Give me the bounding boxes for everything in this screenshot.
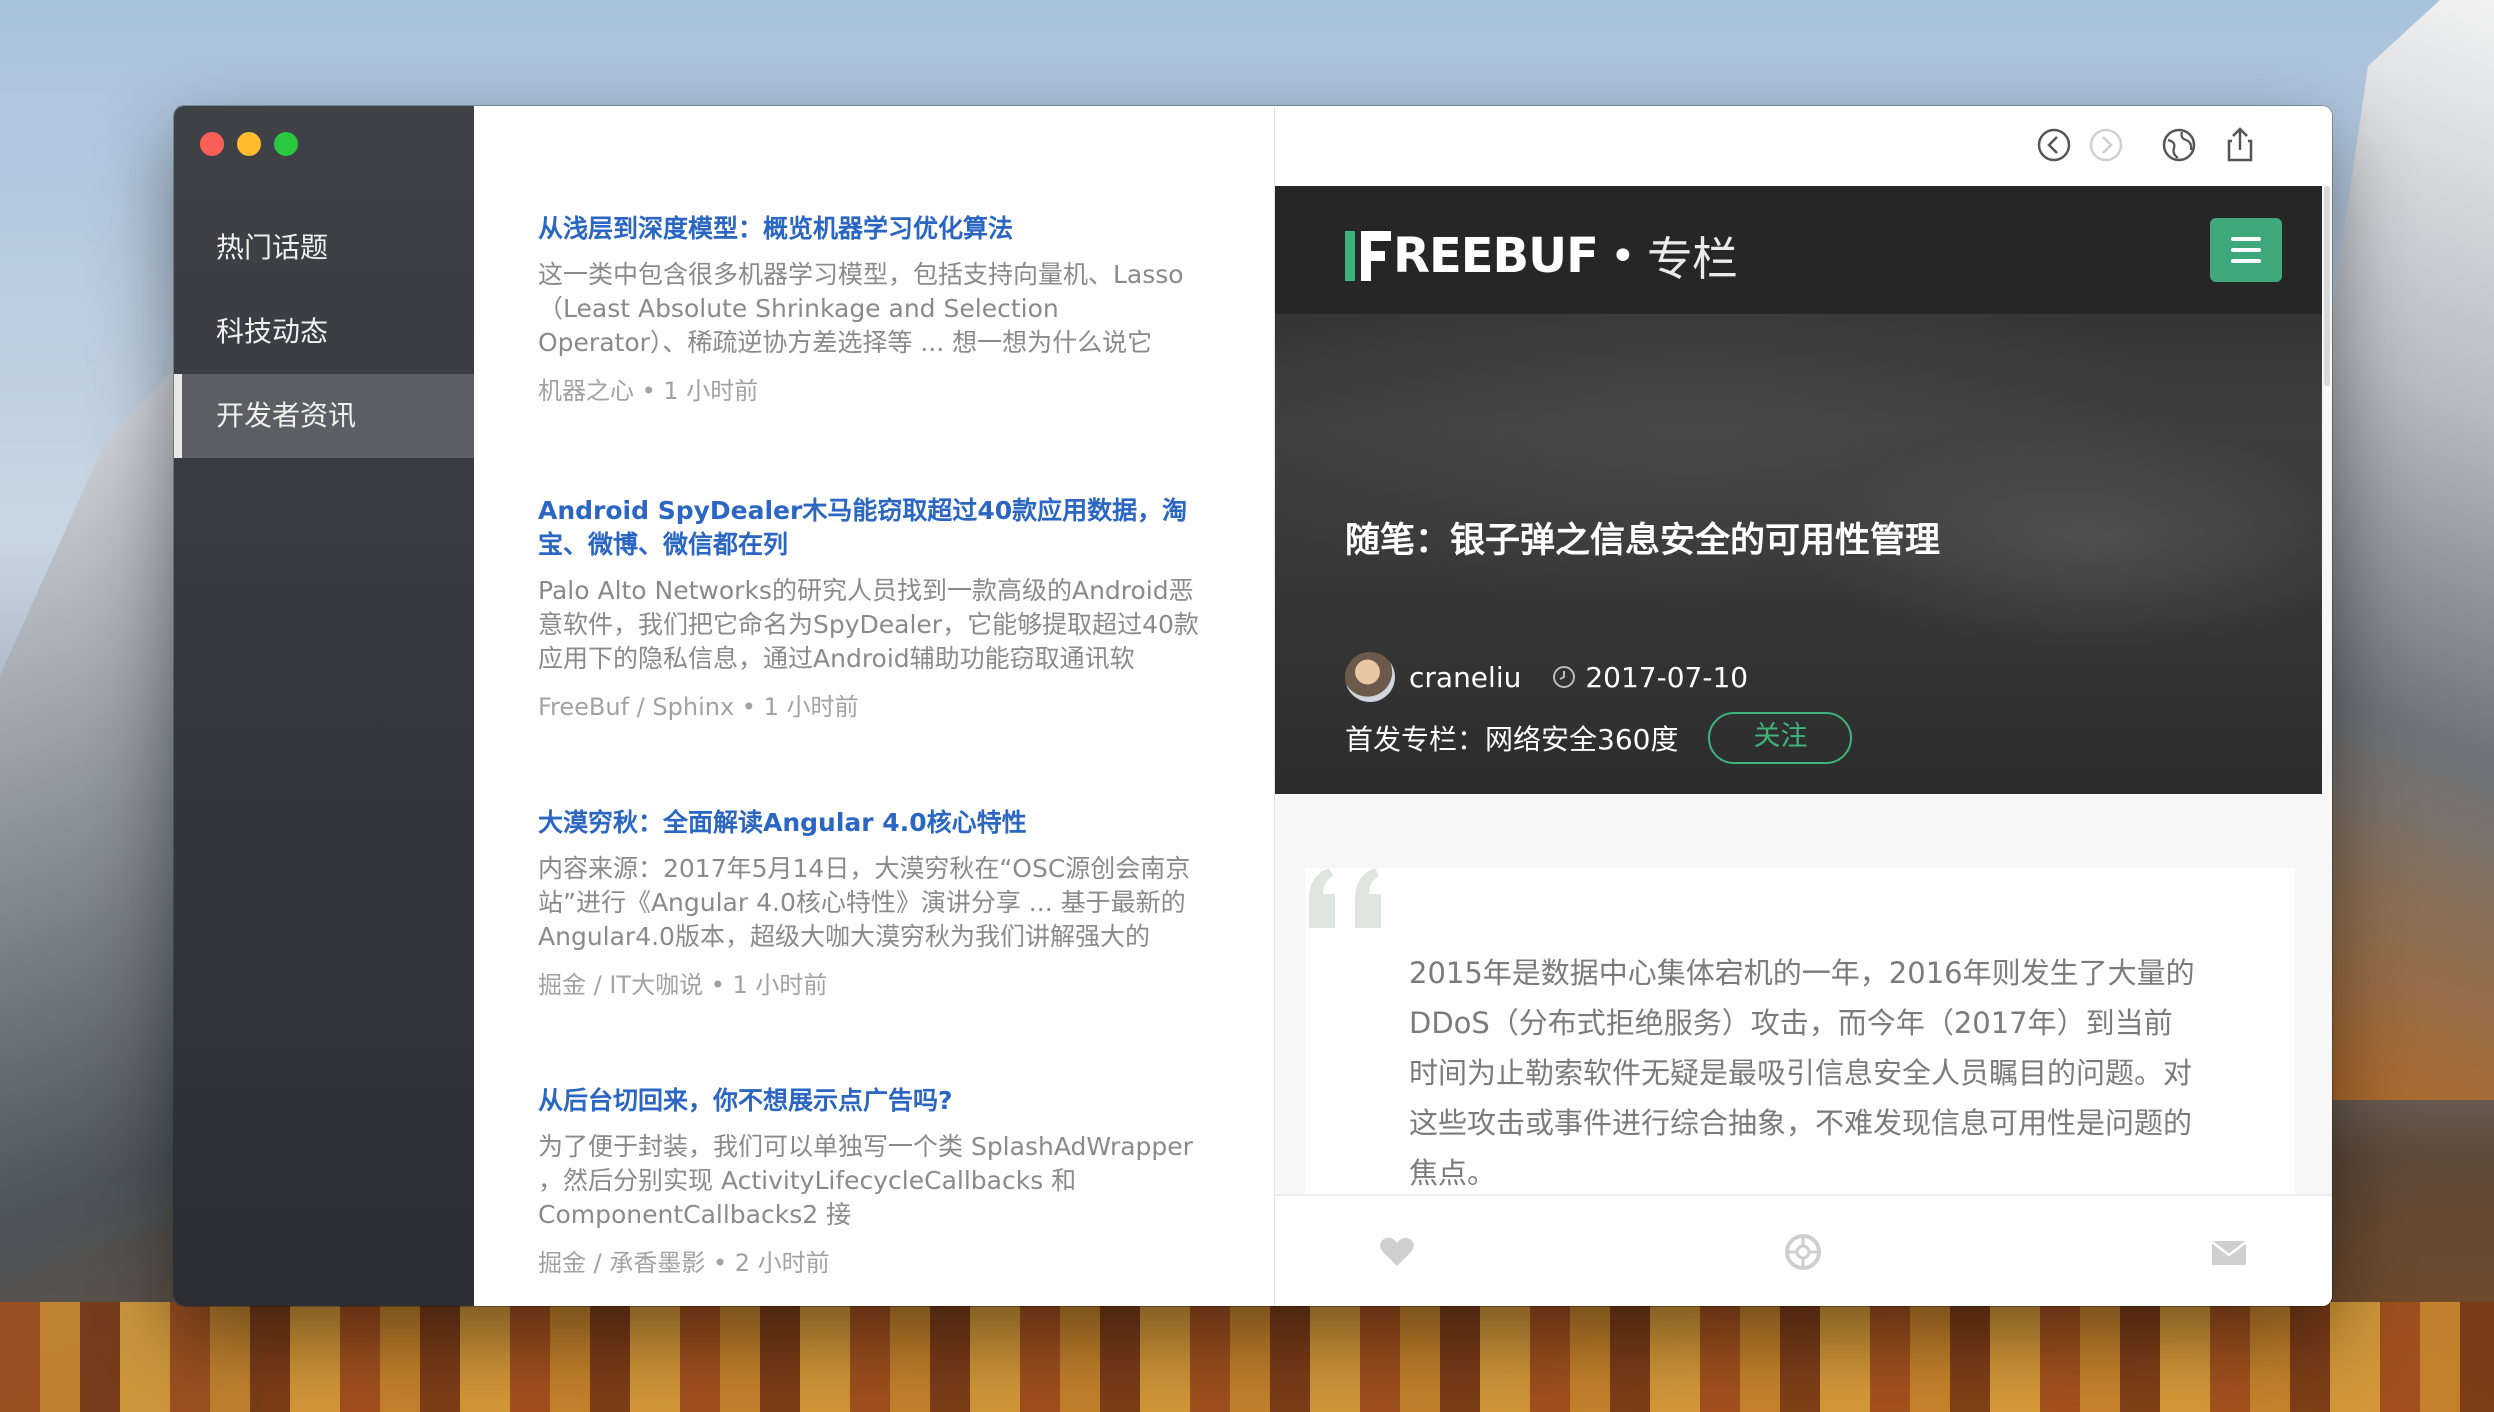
quote-mark-icon <box>1309 868 1381 928</box>
article-list: 从浅层到深度模型：概览机器学习优化算法 这一类中包含很多机器学习模型，包括支持向… <box>474 106 1276 1306</box>
quote-text: 2015年是数据中心集体宕机的一年，2016年则发生了大量的DDoS（分布式拒绝… <box>1409 956 2195 1190</box>
moments-icon[interactable] <box>1783 1232 1823 1272</box>
detail-action-bar <box>1275 1194 2332 1306</box>
sidebar-item-developer-news[interactable]: 开发者资讯 <box>174 374 474 458</box>
wallpaper-mountain-right <box>2314 0 2494 1100</box>
sidebar-item-tech-news[interactable]: 科技动态 <box>174 290 474 374</box>
article-title[interactable]: 从后台切回来，你不想展示点广告吗? <box>538 1084 1213 1118</box>
logo-separator: • <box>1609 230 1636 282</box>
hamburger-menu-icon[interactable] <box>2210 218 2282 282</box>
logo-subtitle: 专栏 <box>1646 232 1738 286</box>
freebuf-logo[interactable]: REEBUF • 专栏 <box>1345 228 1738 286</box>
back-arrow-icon[interactable] <box>2033 124 2075 166</box>
sidebar: 热门话题 科技动态 开发者资讯 <box>174 106 474 1306</box>
minimize-window-button[interactable] <box>237 132 261 156</box>
article-detail: REEBUF • 专栏 随笔：银子弹之信息安全的可用性管理 craneliu 2… <box>1275 106 2332 1306</box>
close-window-button[interactable] <box>200 132 224 156</box>
globe-icon[interactable] <box>2158 124 2200 166</box>
column-row: 首发专栏：网络安全360度 关注 <box>1345 712 1853 764</box>
article-summary: 为了便于封装，我们可以单独写一个类 SplashAdWrapper ，然后分别实… <box>538 1132 1193 1229</box>
article-summary: 内容来源：2017年5月14日，大漠穷秋在“OSC源创会南京站”进行《Angul… <box>538 854 1191 951</box>
article-title[interactable]: 从浅层到深度模型：概览机器学习优化算法 <box>538 212 1213 246</box>
forward-arrow-icon[interactable] <box>2085 124 2127 166</box>
zoom-window-button[interactable] <box>274 132 298 156</box>
publish-date: 2017-07-10 <box>1585 660 1749 694</box>
article-meta: 掘金 / 承香墨影 • 2 小时前 <box>538 1249 830 1277</box>
article-summary: Palo Alto Networks的研究人员找到一款高级的Android恶意软… <box>538 576 1199 673</box>
article-meta: FreeBuf / Sphinx • 1 小时前 <box>538 693 859 721</box>
author-row: craneliu 2017-07-10 <box>1345 652 1748 702</box>
article-summary: 这一类中包含很多机器学习模型，包括支持向量机、Lasso（Least Absol… <box>538 260 1184 357</box>
avatar[interactable] <box>1345 652 1395 702</box>
heart-icon[interactable] <box>1377 1232 1417 1272</box>
app-window: 热门话题 科技动态 开发者资讯 从浅层到深度模型：概览机器学习优化算法 这一类中… <box>174 106 2332 1306</box>
article-title[interactable]: Android SpyDealer木马能窃取超过40款应用数据，淘宝、微博、微信… <box>538 494 1213 562</box>
quote-card: 2015年是数据中心集体宕机的一年，2016年则发生了大量的DDoS（分布式拒绝… <box>1305 868 2295 1198</box>
detail-toolbar <box>1275 106 2332 186</box>
logo-text: REEBUF <box>1393 228 1599 284</box>
article-meta: 掘金 / IT大咖说 • 1 小时前 <box>538 971 828 999</box>
column-label: 首发专栏：网络安全360度 <box>1345 723 1679 756</box>
scrollbar[interactable] <box>2324 186 2330 386</box>
list-item[interactable]: 大漠穷秋：全面解读Angular 4.0核心特性 内容来源：2017年5月14日… <box>538 806 1213 1002</box>
article-meta: 机器之心 • 1 小时前 <box>538 377 759 405</box>
list-item[interactable]: 从后台切回来，你不想展示点广告吗? 为了便于封装，我们可以单独写一个类 Spla… <box>538 1084 1213 1280</box>
site-header: REEBUF • 专栏 <box>1275 186 2322 314</box>
list-item[interactable]: Android SpyDealer木马能窃取超过40款应用数据，淘宝、微博、微信… <box>538 494 1213 724</box>
sidebar-nav: 热门话题 科技动态 开发者资讯 <box>174 206 474 458</box>
mail-icon[interactable] <box>2209 1232 2249 1272</box>
clock-icon <box>1553 666 1576 688</box>
share-icon[interactable] <box>2219 124 2261 166</box>
article-title: 随笔：银子弹之信息安全的可用性管理 <box>1345 521 1941 561</box>
author-name[interactable]: craneliu <box>1409 661 1521 694</box>
list-item[interactable]: 从浅层到深度模型：概览机器学习优化算法 这一类中包含很多机器学习模型，包括支持向… <box>538 212 1213 408</box>
wallpaper-foliage <box>0 1302 2494 1412</box>
article-hero: REEBUF • 专栏 随笔：银子弹之信息安全的可用性管理 craneliu 2… <box>1275 186 2322 794</box>
sidebar-item-hot-topics[interactable]: 热门话题 <box>174 206 474 290</box>
follow-button[interactable]: 关注 <box>1708 712 1853 764</box>
window-controls <box>200 132 298 156</box>
article-title[interactable]: 大漠穷秋：全面解读Angular 4.0核心特性 <box>538 806 1213 840</box>
